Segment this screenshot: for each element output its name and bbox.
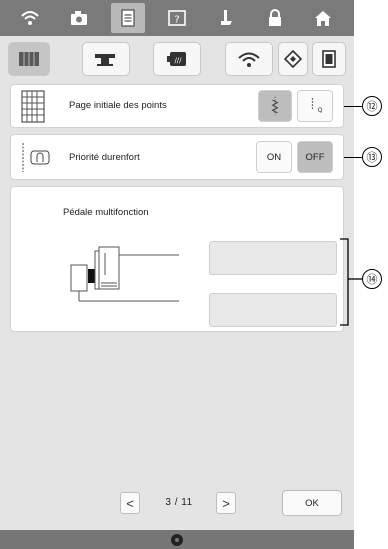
heavyweight-priority-panel: Priorité durenfort ON OFF [10,134,344,180]
page-indicator: 3 / 11 [150,497,208,508]
callout-13-line [344,157,362,158]
settings-category-row: /// [8,42,348,76]
current-page: 3 [165,497,172,508]
pedal-function-field-2[interactable] [209,293,337,327]
zigzag-stitch-icon [271,96,279,116]
stitch-grid-icon [21,90,45,123]
ok-button[interactable]: OK [282,490,342,516]
pedal-function-field-1[interactable] [209,241,337,275]
foot-pedal-icon [70,246,179,302]
wifi-icon [21,11,40,25]
tab-home[interactable] [306,3,340,33]
eco-icon [283,49,303,69]
category-embroidery-settings[interactable]: /// [153,42,201,76]
tab-camera[interactable] [62,3,96,33]
sewing-settings-icon [19,52,39,66]
category-screen-settings[interactable] [312,42,346,76]
next-page-button[interactable]: > [216,492,236,514]
embroidery-frame-icon: /// [167,52,186,66]
screen-icon [322,50,336,68]
multifunction-pedal-panel: Pédale multifonction [10,186,344,332]
svg-text:///: /// [174,57,182,65]
help-icon: ? [168,10,186,26]
camera-icon [71,11,88,25]
callout-14: ⑭ [362,269,382,289]
page-separator: / [174,497,178,508]
svg-text:Q: Q [318,107,323,114]
callout-12-line [344,106,362,107]
sewing-foot-icon [220,10,232,25]
status-bar [0,530,354,549]
wireless-icon [238,52,260,67]
heavyweight-priority-label: Priorité durenfort [69,152,140,163]
straight-stitch-page-button[interactable]: Q [297,90,333,122]
top-tab-bar: ? [0,0,354,36]
callout-12: ⑫ [362,96,382,116]
home-icon [315,11,332,26]
previous-page-button[interactable]: < [120,492,140,514]
category-wireless-settings[interactable] [225,42,273,76]
tab-presser-foot[interactable] [209,3,243,33]
tab-lock[interactable] [258,3,292,33]
lock-icon [268,9,281,26]
tab-settings[interactable] [111,3,146,33]
category-sewing-settings[interactable] [8,42,50,76]
presser-foot-toggle-icon [22,143,50,172]
settings-screen: ? /// Page initiale des points Q Priorit… [0,0,354,549]
settings-page-icon [121,9,135,27]
tab-help[interactable]: ? [160,3,194,33]
tab-wifi[interactable] [13,3,47,33]
initial-stitch-page-panel: Page initiale des points Q [10,84,344,128]
multifunction-pedal-label: Pédale multifonction [63,207,149,218]
total-pages: 11 [181,497,193,508]
utility-stitch-page-button[interactable] [258,90,292,122]
svg-text:?: ? [174,15,179,26]
initial-stitch-page-label: Page initiale des points [69,100,167,111]
machine-settings-icon [95,54,115,66]
category-eco-settings[interactable] [278,42,308,76]
callout-13: ⑬ [362,147,382,167]
thread-spool-icon [171,533,183,546]
priority-off-button[interactable]: OFF [297,141,333,173]
straight-stitch-q-icon: Q [311,98,323,114]
priority-on-button[interactable]: ON [256,141,292,173]
category-machine-settings[interactable] [82,42,130,76]
callout-14-bracket [340,238,362,326]
